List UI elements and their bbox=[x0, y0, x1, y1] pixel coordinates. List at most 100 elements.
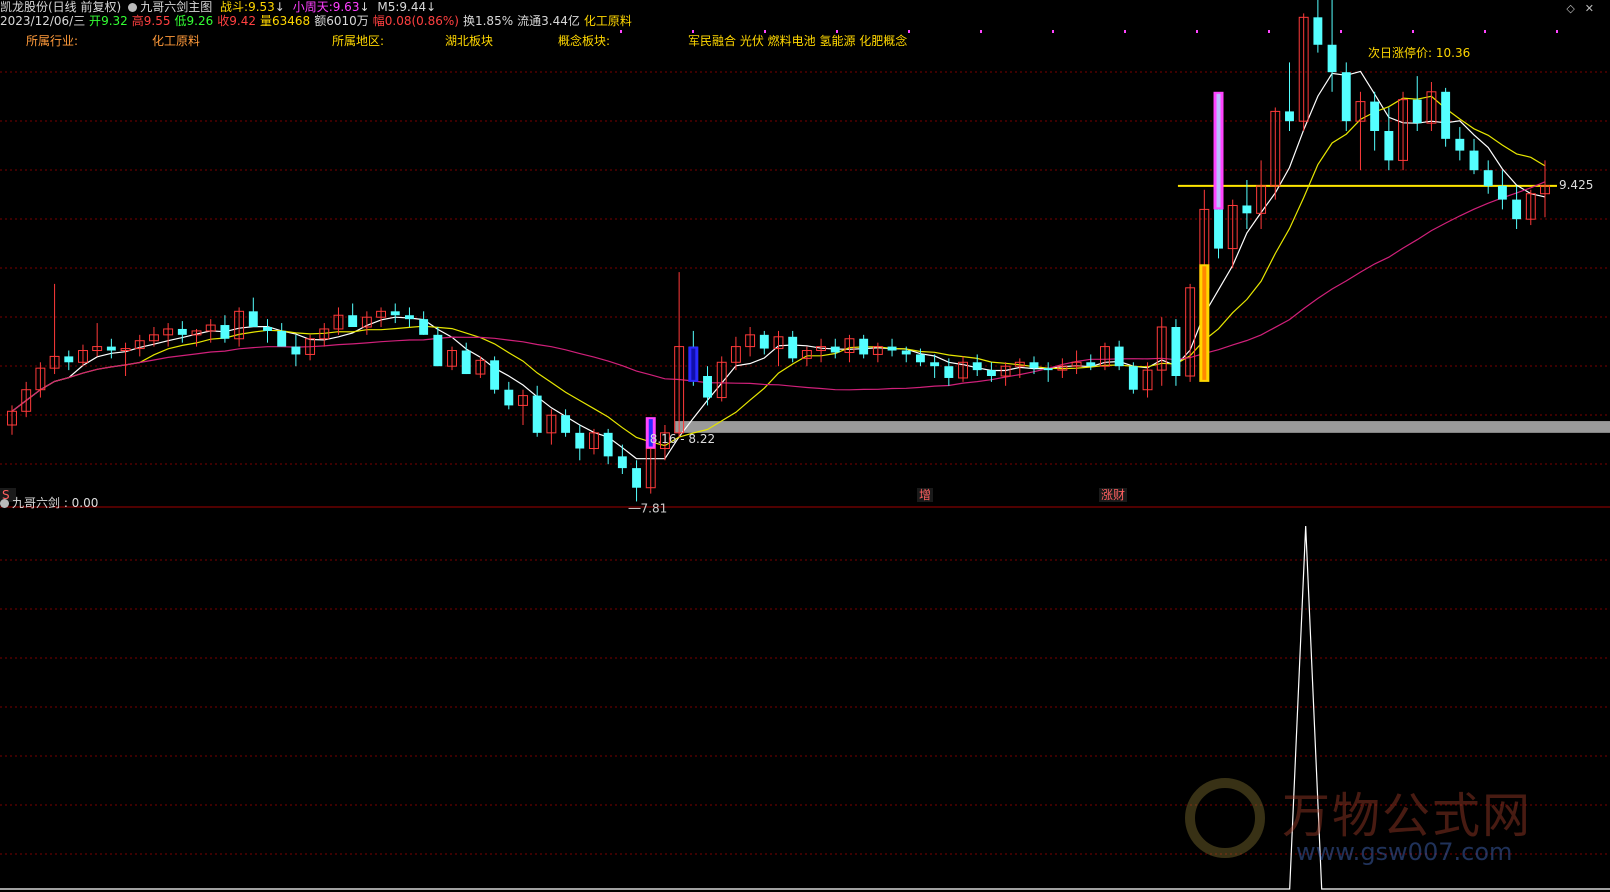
candle[interactable] bbox=[632, 460, 642, 502]
candle[interactable] bbox=[1128, 362, 1138, 394]
candle[interactable] bbox=[1384, 107, 1394, 171]
candle[interactable] bbox=[1313, 0, 1323, 53]
candle[interactable] bbox=[518, 389, 528, 425]
candle[interactable] bbox=[1455, 127, 1465, 161]
candle[interactable] bbox=[703, 366, 712, 406]
candle[interactable] bbox=[248, 297, 258, 327]
industry-value: 化工原料 bbox=[152, 34, 201, 48]
candle[interactable] bbox=[603, 428, 613, 465]
candle[interactable] bbox=[447, 346, 457, 371]
candle[interactable] bbox=[546, 409, 557, 445]
candle[interactable] bbox=[872, 342, 883, 363]
candle[interactable] bbox=[1171, 319, 1181, 386]
candle[interactable] bbox=[419, 311, 429, 335]
candle[interactable] bbox=[21, 381, 32, 418]
candle[interactable] bbox=[120, 342, 131, 376]
candle[interactable] bbox=[1000, 362, 1011, 386]
down-arrow-icon: ↓ bbox=[359, 0, 370, 14]
candle[interactable] bbox=[490, 356, 500, 394]
candle-body bbox=[1512, 199, 1522, 220]
candle[interactable] bbox=[390, 303, 400, 324]
candle[interactable] bbox=[575, 425, 585, 461]
candle[interactable] bbox=[1540, 160, 1550, 218]
panel-controls-icon[interactable]: ◇✕ bbox=[1566, 2, 1604, 15]
candle[interactable] bbox=[1156, 317, 1167, 386]
candle[interactable] bbox=[1256, 160, 1267, 229]
candle[interactable] bbox=[1370, 91, 1380, 151]
candle[interactable] bbox=[163, 323, 174, 347]
candle[interactable] bbox=[1497, 170, 1507, 210]
top-tick-mark bbox=[1556, 30, 1558, 33]
candle[interactable] bbox=[589, 428, 599, 455]
candle-body bbox=[915, 354, 925, 363]
candle[interactable] bbox=[220, 315, 230, 343]
candle[interactable] bbox=[263, 319, 272, 343]
candle[interactable] bbox=[433, 327, 443, 367]
candle[interactable] bbox=[49, 283, 60, 375]
candle[interactable] bbox=[801, 346, 812, 367]
candle[interactable] bbox=[1185, 283, 1196, 382]
candle-body bbox=[291, 346, 301, 355]
candle[interactable] bbox=[376, 307, 387, 327]
candle-body bbox=[1497, 185, 1507, 200]
candle[interactable] bbox=[177, 321, 187, 343]
down-arrow-icon: ↓ bbox=[274, 0, 285, 14]
candle[interactable] bbox=[1398, 91, 1408, 171]
candle[interactable] bbox=[134, 334, 145, 357]
candle[interactable] bbox=[291, 334, 301, 367]
candle-body bbox=[404, 315, 414, 320]
candle[interactable] bbox=[92, 323, 103, 357]
zhandou-value: 9.53 bbox=[248, 0, 275, 14]
candle[interactable] bbox=[361, 311, 372, 335]
top-tick-mark bbox=[1484, 30, 1486, 33]
candle[interactable] bbox=[7, 405, 17, 435]
candle[interactable] bbox=[1270, 107, 1281, 200]
candle[interactable] bbox=[816, 338, 827, 363]
candle[interactable] bbox=[348, 303, 358, 327]
top-tick-mark bbox=[1196, 30, 1198, 33]
candle[interactable] bbox=[1114, 340, 1124, 371]
candle[interactable] bbox=[1071, 350, 1082, 375]
candle[interactable] bbox=[1355, 91, 1366, 171]
candle[interactable] bbox=[674, 272, 685, 437]
candle[interactable] bbox=[1441, 87, 1451, 147]
indicator-toggle-icon[interactable] bbox=[128, 3, 138, 12]
candle[interactable] bbox=[745, 327, 756, 357]
candle[interactable] bbox=[773, 330, 784, 367]
candle[interactable] bbox=[504, 381, 514, 410]
candle[interactable] bbox=[319, 323, 330, 347]
candle[interactable] bbox=[617, 444, 627, 474]
candle[interactable] bbox=[1525, 189, 1536, 226]
candle[interactable] bbox=[645, 444, 656, 494]
candle[interactable] bbox=[859, 334, 869, 359]
candle[interactable] bbox=[404, 307, 414, 327]
candle[interactable] bbox=[788, 330, 798, 363]
candle[interactable] bbox=[277, 323, 287, 347]
candle-body bbox=[1114, 346, 1124, 367]
main-chart-svg[interactable]: 10.65次日涨停价: 10.369.4258.16 - 8.227.81S增涨… bbox=[0, 0, 1610, 892]
candle[interactable] bbox=[1483, 160, 1493, 194]
candle[interactable] bbox=[561, 409, 571, 437]
candle[interactable] bbox=[830, 338, 840, 359]
candle[interactable] bbox=[64, 350, 74, 371]
candle[interactable] bbox=[1412, 76, 1422, 131]
candle[interactable] bbox=[1043, 362, 1053, 382]
candle[interactable] bbox=[1469, 138, 1479, 175]
indicator-name[interactable]: 九哥六剑主图 bbox=[140, 0, 212, 14]
candle[interactable] bbox=[1341, 62, 1351, 131]
candle[interactable] bbox=[1100, 342, 1110, 371]
candle[interactable] bbox=[1242, 180, 1252, 229]
indicator-toggle-icon[interactable] bbox=[0, 499, 9, 508]
stock-label[interactable]: 凯龙股份(日线 前复权) bbox=[0, 0, 121, 14]
candle[interactable] bbox=[234, 307, 245, 347]
candle[interactable] bbox=[461, 342, 471, 375]
candle[interactable] bbox=[305, 334, 316, 361]
candle[interactable] bbox=[1285, 62, 1294, 131]
candle[interactable] bbox=[333, 307, 344, 335]
candle[interactable] bbox=[1426, 82, 1437, 131]
candle[interactable] bbox=[759, 330, 769, 355]
candle[interactable] bbox=[106, 338, 116, 359]
candle[interactable] bbox=[887, 338, 897, 357]
top-tick-mark bbox=[620, 30, 622, 33]
candle[interactable] bbox=[958, 356, 968, 382]
